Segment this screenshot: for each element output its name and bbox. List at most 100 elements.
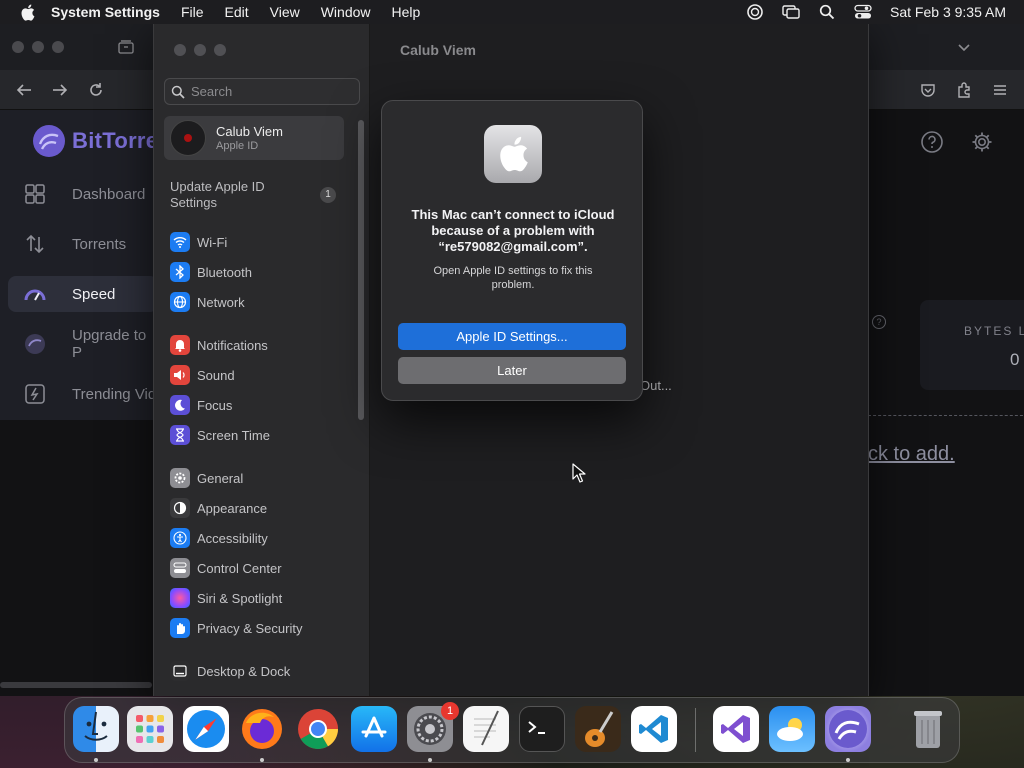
- bittorrent-logo[interactable]: BitTorre: [32, 124, 158, 158]
- bittorrent-sidebar: BitTorre Dashboard Torrents Speed Upgrad…: [0, 110, 160, 420]
- nav-trending-video[interactable]: Trending Vid: [8, 376, 158, 412]
- sidebar-item-focus[interactable]: Focus: [170, 394, 232, 416]
- bytes-stat-label: BYTES L: [964, 324, 1024, 338]
- click-to-add-link[interactable]: ck to add.: [868, 443, 955, 466]
- sidebar-item-label: Desktop & Dock: [197, 663, 291, 679]
- tab-overview-icon[interactable]: [117, 38, 135, 56]
- nav-dashboard-label: Dashboard: [72, 185, 146, 203]
- bittorrent-icon[interactable]: [825, 706, 871, 752]
- menu-file[interactable]: File: [181, 4, 204, 20]
- alert-message: Open Apple ID settings to fix this probl…: [433, 265, 593, 291]
- weather-icon[interactable]: [769, 706, 815, 752]
- network-globe-icon: [170, 292, 190, 312]
- sidebar-item-privacy-security[interactable]: Privacy & Security: [170, 617, 302, 639]
- sidebar-item-appearance[interactable]: Appearance: [170, 497, 267, 519]
- visual-studio-icon[interactable]: [713, 706, 759, 752]
- close-button[interactable]: [12, 41, 24, 53]
- sidebar-item-screen-time[interactable]: Screen Time: [170, 424, 270, 446]
- sign-out-partial-text[interactable]: Out...: [640, 378, 672, 393]
- search-field[interactable]: Search: [164, 78, 360, 105]
- finder-icon[interactable]: [73, 706, 119, 752]
- sidebar-scrollbar[interactable]: [358, 120, 364, 420]
- mouse-pointer-icon: [572, 463, 586, 483]
- sound-speaker-icon: [170, 365, 190, 385]
- sidebar-item-general[interactable]: General: [170, 467, 243, 489]
- app-store-icon[interactable]: [351, 706, 397, 752]
- sidebar-item-accessibility[interactable]: Accessibility: [170, 527, 268, 549]
- textedit-icon[interactable]: [463, 706, 509, 752]
- sidebar-item-control-center[interactable]: Control Center: [170, 557, 282, 579]
- horizontal-scrollbar[interactable]: [0, 682, 152, 688]
- update-apple-id-settings[interactable]: Update Apple ID Settings: [170, 179, 290, 211]
- safari-icon[interactable]: [183, 706, 229, 752]
- bluetooth-icon: [170, 262, 190, 282]
- trending-video-icon: [24, 383, 46, 405]
- sidebar-item-label: General: [197, 470, 244, 486]
- minimize-button[interactable]: [32, 41, 44, 53]
- firefox-icon[interactable]: [239, 706, 285, 752]
- control-center-icon[interactable]: [854, 3, 872, 21]
- icloud-alert-dialog: This Mac can’t connect to iCloud because…: [381, 100, 643, 401]
- settings-sidebar: Search Calub Viem Apple ID Update Apple …: [154, 24, 370, 696]
- extensions-puzzle-icon[interactable]: [954, 80, 974, 100]
- later-button[interactable]: Later: [398, 357, 626, 384]
- apple-id-account-row[interactable]: Calub Viem Apple ID: [164, 116, 344, 160]
- sidebar-item-label: Control Center: [197, 560, 282, 576]
- screen-mirroring-icon[interactable]: [782, 3, 800, 21]
- search-placeholder: Search: [191, 84, 233, 99]
- nav-upgrade[interactable]: Upgrade to P: [8, 326, 158, 362]
- system-settings-icon[interactable]: 1: [407, 702, 459, 752]
- nav-upgrade-label: Upgrade to P: [72, 327, 147, 361]
- sidebar-item-notifications[interactable]: Notifications: [170, 334, 268, 356]
- hamburger-menu-icon[interactable]: [990, 80, 1010, 100]
- sidebar-item-label: Siri & Spotlight: [197, 590, 283, 606]
- launchpad-icon[interactable]: [127, 706, 173, 752]
- reload-icon[interactable]: [86, 80, 106, 100]
- sidebar-item-sound[interactable]: Sound: [170, 364, 235, 386]
- menu-clock[interactable]: Sat Feb 3 9:35 AM: [890, 4, 1006, 20]
- settings-gear-icon[interactable]: [970, 130, 994, 154]
- menu-app-name[interactable]: System Settings: [51, 4, 160, 20]
- back-arrow-icon[interactable]: [14, 80, 34, 100]
- minimize-button[interactable]: [194, 44, 206, 56]
- close-button[interactable]: [174, 44, 186, 56]
- update-count-badge: 1: [320, 187, 336, 203]
- sidebar-item-network[interactable]: Network: [170, 291, 245, 313]
- sidebar-item-desktop-dock[interactable]: Desktop & Dock: [170, 660, 290, 682]
- nav-speed[interactable]: Speed: [8, 276, 158, 312]
- info-help-mark[interactable]: ?: [872, 315, 886, 329]
- bittorrent-logo-icon: [33, 125, 65, 157]
- pocket-icon[interactable]: [918, 80, 938, 100]
- sidebar-item-bluetooth[interactable]: Bluetooth: [170, 261, 252, 283]
- zoom-button[interactable]: [52, 41, 64, 53]
- spotlight-search-icon[interactable]: [818, 3, 836, 21]
- apple-logo-icon: [484, 125, 542, 183]
- menu-help[interactable]: Help: [392, 4, 421, 20]
- sidebar-item-label: Appearance: [197, 500, 268, 516]
- chevron-down-icon[interactable]: [955, 38, 973, 56]
- account-subtitle: Apple ID: [216, 140, 259, 152]
- nav-torrents[interactable]: Torrents: [8, 226, 158, 262]
- menu-window[interactable]: Window: [321, 4, 371, 20]
- menu-view[interactable]: View: [270, 4, 300, 20]
- bittorrent-logo-text: BitTorre: [72, 128, 159, 153]
- nav-dashboard[interactable]: Dashboard: [8, 176, 158, 212]
- bytes-stat-card: BYTES L 0: [920, 300, 1024, 390]
- running-indicator: [260, 758, 264, 762]
- garageband-icon[interactable]: [575, 706, 621, 752]
- vscode-icon[interactable]: [631, 706, 677, 752]
- help-circle-icon[interactable]: [920, 130, 944, 154]
- sidebar-item-siri-spotlight[interactable]: Siri & Spotlight: [170, 587, 282, 609]
- apple-id-settings-button[interactable]: Apple ID Settings...: [398, 323, 626, 350]
- forward-arrow-icon[interactable]: [50, 80, 70, 100]
- terminal-icon[interactable]: [519, 706, 565, 752]
- dashboard-icon: [24, 183, 46, 205]
- trash-icon[interactable]: [905, 706, 951, 752]
- chrome-icon[interactable]: [295, 706, 341, 752]
- sidebar-item-wifi[interactable]: Wi-Fi: [170, 231, 227, 253]
- apple-logo-icon[interactable]: [17, 2, 37, 22]
- zoom-button[interactable]: [214, 44, 226, 56]
- avatar: [170, 120, 206, 156]
- creative-cloud-icon[interactable]: [746, 3, 764, 21]
- menu-edit[interactable]: Edit: [225, 4, 249, 20]
